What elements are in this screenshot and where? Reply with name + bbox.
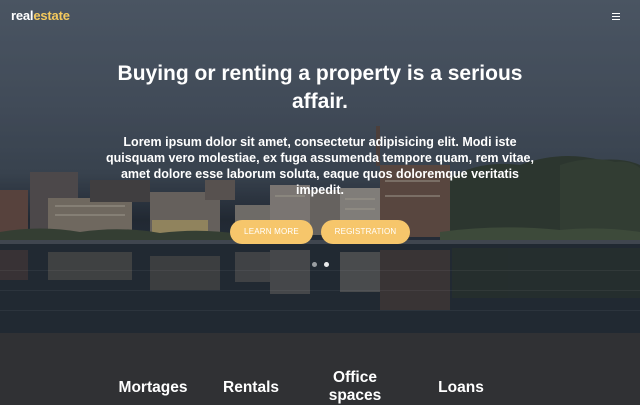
service-loans[interactable]: Loans [434, 379, 488, 397]
learn-more-button[interactable]: LEARN MORE [230, 220, 313, 244]
services-section: Mortages Rentals Office spaces Loans [0, 333, 640, 404]
hero-banner: realestate Buying or renting a property … [0, 0, 640, 333]
hamburger-menu-icon[interactable] [612, 13, 620, 20]
hero-lead-text: Lorem ipsum dolor sit amet, consectetur … [106, 135, 534, 197]
slider-dot-1[interactable] [312, 262, 317, 267]
service-mortgages[interactable]: Mortages [112, 379, 194, 397]
brand-logo-part1: real [11, 8, 34, 23]
brand-logo[interactable]: realestate [11, 8, 70, 23]
registration-button[interactable]: REGISTRATION [321, 220, 410, 244]
brand-logo-part2: estate [33, 8, 70, 23]
slider-dot-2[interactable] [324, 262, 329, 267]
service-rentals[interactable]: Rentals [218, 379, 284, 397]
hero-headline: Buying or renting a property is a seriou… [117, 62, 523, 113]
